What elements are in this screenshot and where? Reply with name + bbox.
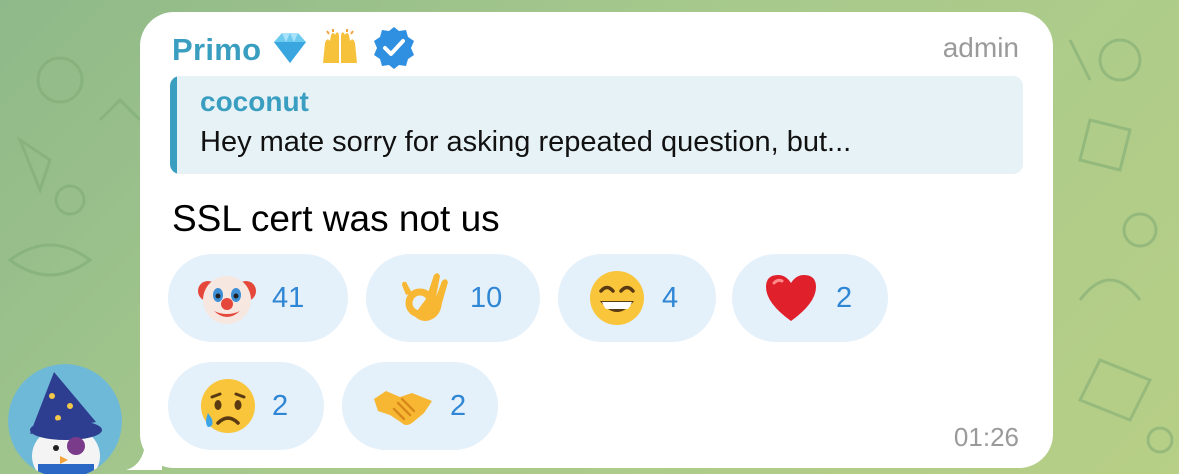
reaction-handshake[interactable]: 2 <box>342 362 498 450</box>
reaction-count: 2 <box>272 389 289 422</box>
red-heart-icon <box>766 275 816 321</box>
reaction-ok-hand[interactable]: 10 <box>366 254 540 342</box>
reaction-clown[interactable]: 41 <box>168 254 348 342</box>
diamond-emoji-icon <box>271 31 309 70</box>
sender-header: Primo <box>172 26 417 72</box>
reaction-grinning-face[interactable]: 4 <box>558 254 716 342</box>
sender-name[interactable]: Primo <box>172 32 261 68</box>
reaction-count: 2 <box>450 389 467 422</box>
message-text: SSL cert was not us <box>172 198 500 239</box>
crying-face-icon <box>201 379 255 433</box>
reaction-count: 2 <box>836 281 853 314</box>
raising-hands-emoji-icon <box>319 28 361 72</box>
reply-preview-text: Hey mate sorry for asking repeated quest… <box>200 126 852 158</box>
reaction-crying-face[interactable]: 2 <box>168 362 324 450</box>
reaction-count: 10 <box>470 281 503 314</box>
grinning-face-icon <box>590 271 644 325</box>
reply-quote[interactable]: coconut Hey mate sorry for asking repeat… <box>170 76 1023 174</box>
clown-face-icon <box>198 276 256 324</box>
handshake-icon <box>374 391 432 425</box>
reply-author: coconut <box>200 86 309 117</box>
reaction-count: 4 <box>662 281 679 314</box>
reaction-red-heart[interactable]: 2 <box>732 254 888 342</box>
message-bubble[interactable]: Primo admin coconut Hey mate sorry for a… <box>126 12 1053 470</box>
verified-icon <box>371 25 417 76</box>
reaction-count: 41 <box>272 281 305 314</box>
sender-role-label: admin <box>942 32 1019 63</box>
reply-accent-bar <box>170 76 177 174</box>
message-timestamp: 01:26 <box>953 422 1019 452</box>
sender-avatar[interactable] <box>8 364 122 474</box>
ok-hand-icon <box>402 273 448 321</box>
penguin-wizard-avatar-icon <box>8 364 122 474</box>
